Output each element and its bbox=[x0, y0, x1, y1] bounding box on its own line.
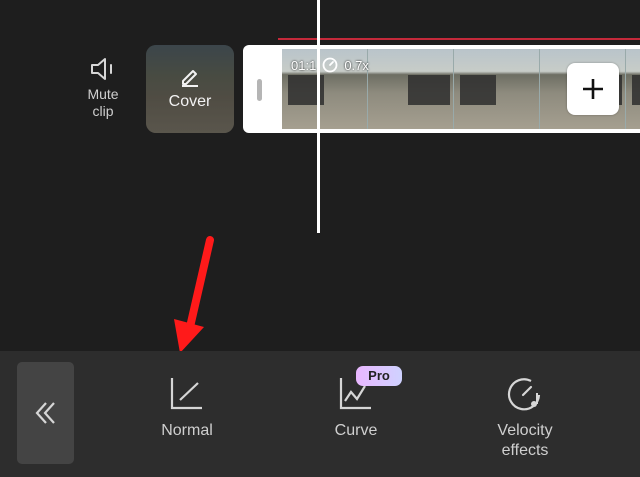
velocity-effects-icon bbox=[507, 378, 541, 411]
cover-label: Cover bbox=[168, 93, 212, 110]
clip-trim-handle[interactable] bbox=[257, 79, 262, 101]
cover-button[interactable]: Cover bbox=[146, 45, 234, 133]
pro-badge: Pro bbox=[356, 366, 402, 386]
clip-thumbnail bbox=[454, 49, 540, 129]
mute-clip-label: Mute clip bbox=[87, 86, 119, 119]
back-button[interactable] bbox=[17, 362, 74, 464]
normal-label: Normal bbox=[161, 422, 213, 439]
red-arrow-annotation bbox=[174, 236, 214, 353]
timeline-marker-line bbox=[278, 38, 640, 40]
velocity-effects-label: Velocity effects bbox=[497, 422, 553, 459]
speedometer-icon bbox=[322, 57, 338, 73]
mute-clip-button[interactable]: Mute clip bbox=[78, 56, 128, 120]
velocity-effects-button[interactable]: Velocity effects bbox=[482, 373, 568, 461]
double-chevron-left-icon bbox=[35, 402, 55, 424]
normal-speed-button[interactable]: Normal bbox=[147, 373, 227, 441]
curve-label: Curve bbox=[334, 422, 378, 439]
normal-speed-icon bbox=[170, 378, 202, 410]
clip-thumbnail bbox=[368, 49, 454, 129]
playhead[interactable] bbox=[317, 0, 320, 233]
clip-thumbnail bbox=[626, 49, 640, 129]
clip-speed: 0.7x bbox=[344, 57, 369, 73]
clip-info: 01:1 0.7x bbox=[291, 57, 369, 73]
plus-icon bbox=[583, 79, 603, 99]
clip-duration: 01:1 bbox=[291, 57, 317, 73]
add-clip-button[interactable] bbox=[567, 63, 619, 115]
pencil-icon bbox=[182, 70, 198, 87]
speed-toolbar: Normal Curve Pro Velocity effects bbox=[0, 351, 640, 477]
speaker-icon bbox=[91, 58, 112, 80]
